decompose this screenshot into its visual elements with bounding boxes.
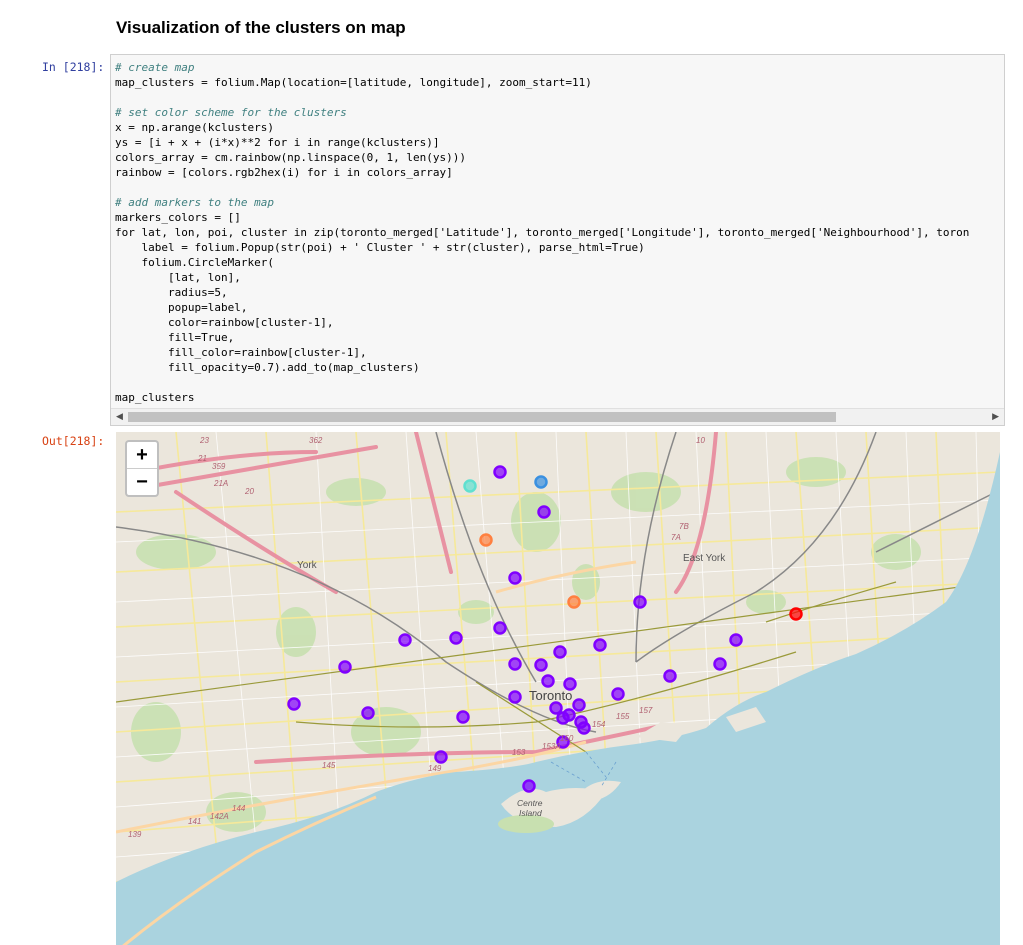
code-line: folium.CircleMarker( xyxy=(115,256,274,269)
code-line: map_clusters = folium.Map(location=[lati… xyxy=(115,76,592,89)
code-line: color=rainbow[cluster-1], xyxy=(115,316,334,329)
code-line: for lat, lon, poi, cluster in zip(toront… xyxy=(115,226,970,239)
output-prompt: Out[218]: xyxy=(42,434,105,448)
code-cell[interactable]: # create map map_clusters = folium.Map(l… xyxy=(110,54,1005,426)
code-line: # create map xyxy=(115,61,195,74)
cluster-marker-purple[interactable] xyxy=(508,657,522,671)
cluster-marker-purple[interactable] xyxy=(593,638,607,652)
scrollbar-thumb[interactable] xyxy=(128,412,836,422)
cluster-marker-purple[interactable] xyxy=(508,690,522,704)
map-label-toronto: Toronto xyxy=(529,688,573,703)
cluster-marker-purple[interactable] xyxy=(522,779,536,793)
cluster-marker-purple[interactable] xyxy=(553,645,567,659)
code-line: # set color scheme for the clusters xyxy=(115,106,347,119)
cluster-marker-purple[interactable] xyxy=(633,595,647,609)
cluster-marker-purple[interactable] xyxy=(611,687,625,701)
route-label: 150 xyxy=(560,734,574,743)
cluster-marker-purple[interactable] xyxy=(338,660,352,674)
cluster-marker-orange[interactable] xyxy=(479,533,493,547)
code-line: x = np.arange(kclusters) xyxy=(115,121,274,134)
code-line: colors_array = cm.rainbow(np.linspace(0,… xyxy=(115,151,466,164)
cluster-marker-purple[interactable] xyxy=(729,633,743,647)
input-prompt: In [218]: xyxy=(42,60,105,74)
cluster-marker-purple[interactable] xyxy=(663,669,677,683)
code-editor[interactable]: # create map map_clusters = folium.Map(l… xyxy=(115,60,969,405)
cluster-marker-purple[interactable] xyxy=(562,708,576,722)
code-line: [lat, lon], xyxy=(115,271,241,284)
map-label-centre: Centre xyxy=(517,798,543,808)
section-heading: Visualization of the clusters on map xyxy=(116,18,406,37)
cluster-marker-blue[interactable] xyxy=(534,475,548,489)
route-label: 153A xyxy=(542,742,561,751)
code-line: ys = [i + x + (i*x)**2 for i in range(kc… xyxy=(115,136,440,149)
cluster-marker-purple[interactable] xyxy=(361,706,375,720)
route-label: 21A xyxy=(214,479,229,488)
cluster-marker-red[interactable] xyxy=(789,607,803,621)
route-label: 7B xyxy=(679,522,689,531)
cluster-marker-purple[interactable] xyxy=(541,674,555,688)
route-label: 359 xyxy=(212,462,226,471)
route-label: 157 xyxy=(639,706,653,715)
route-label: 153 xyxy=(512,748,526,757)
cluster-marker-purple[interactable] xyxy=(534,658,548,672)
route-label: 145 xyxy=(322,761,336,770)
route-label: 23 xyxy=(200,436,209,445)
zoom-control: + − xyxy=(125,440,159,497)
code-line: markers_colors = [] xyxy=(115,211,241,224)
cluster-marker-purple[interactable] xyxy=(398,633,412,647)
code-line: fill_opacity=0.7).add_to(map_clusters) xyxy=(115,361,420,374)
route-label: 154 xyxy=(592,720,606,729)
zoom-out-button[interactable]: − xyxy=(127,469,157,495)
code-line: fill=True, xyxy=(115,331,235,344)
code-line: popup=label, xyxy=(115,301,248,314)
cluster-marker-cyan[interactable] xyxy=(463,479,477,493)
route-label: 144 xyxy=(232,804,246,813)
zoom-in-button[interactable]: + xyxy=(127,442,157,469)
code-line: map_clusters xyxy=(115,391,195,404)
cluster-marker-purple[interactable] xyxy=(537,505,551,519)
route-label: 141 xyxy=(188,817,202,826)
horizontal-scrollbar[interactable]: ◀ ▶ xyxy=(111,408,1004,425)
cluster-marker-orange[interactable] xyxy=(567,595,581,609)
map-label-east-york: East York xyxy=(683,553,726,564)
route-label: 362 xyxy=(309,436,323,445)
route-label: 155 xyxy=(616,712,630,721)
route-label: 7A xyxy=(671,533,681,542)
cluster-marker-purple[interactable] xyxy=(493,621,507,635)
cluster-marker-purple[interactable] xyxy=(713,657,727,671)
route-label: 139 xyxy=(128,830,142,839)
route-label: 10 xyxy=(696,436,705,445)
code-line: # add markers to the map xyxy=(115,196,274,209)
folium-map[interactable]: Toronto East York York Centre Island 23 … xyxy=(116,432,1000,945)
cluster-marker-purple[interactable] xyxy=(493,465,507,479)
route-label: 21 xyxy=(198,454,207,463)
code-line: fill_color=rainbow[cluster-1], xyxy=(115,346,367,359)
cluster-marker-purple[interactable] xyxy=(508,571,522,585)
cluster-marker-purple[interactable] xyxy=(287,697,301,711)
route-label: 20 xyxy=(245,487,254,496)
cluster-marker-purple[interactable] xyxy=(549,701,563,715)
map-label-island: Island xyxy=(519,808,542,818)
cluster-marker-purple[interactable] xyxy=(577,721,591,735)
cluster-marker-purple[interactable] xyxy=(572,698,586,712)
cluster-marker-purple[interactable] xyxy=(449,631,463,645)
scroll-right-arrow-icon[interactable]: ▶ xyxy=(992,411,999,422)
code-line: radius=5, xyxy=(115,286,228,299)
map-label-york: York xyxy=(297,560,317,571)
code-line: rainbow = [colors.rgb2hex(i) for i in co… xyxy=(115,166,453,179)
cluster-marker-purple[interactable] xyxy=(456,710,470,724)
scroll-left-arrow-icon[interactable]: ◀ xyxy=(116,411,123,422)
code-line: label = folium.Popup(str(poi) + ' Cluste… xyxy=(115,241,645,254)
route-label: 142A xyxy=(210,812,229,821)
cluster-marker-purple[interactable] xyxy=(434,750,448,764)
route-label: 149 xyxy=(428,764,442,773)
